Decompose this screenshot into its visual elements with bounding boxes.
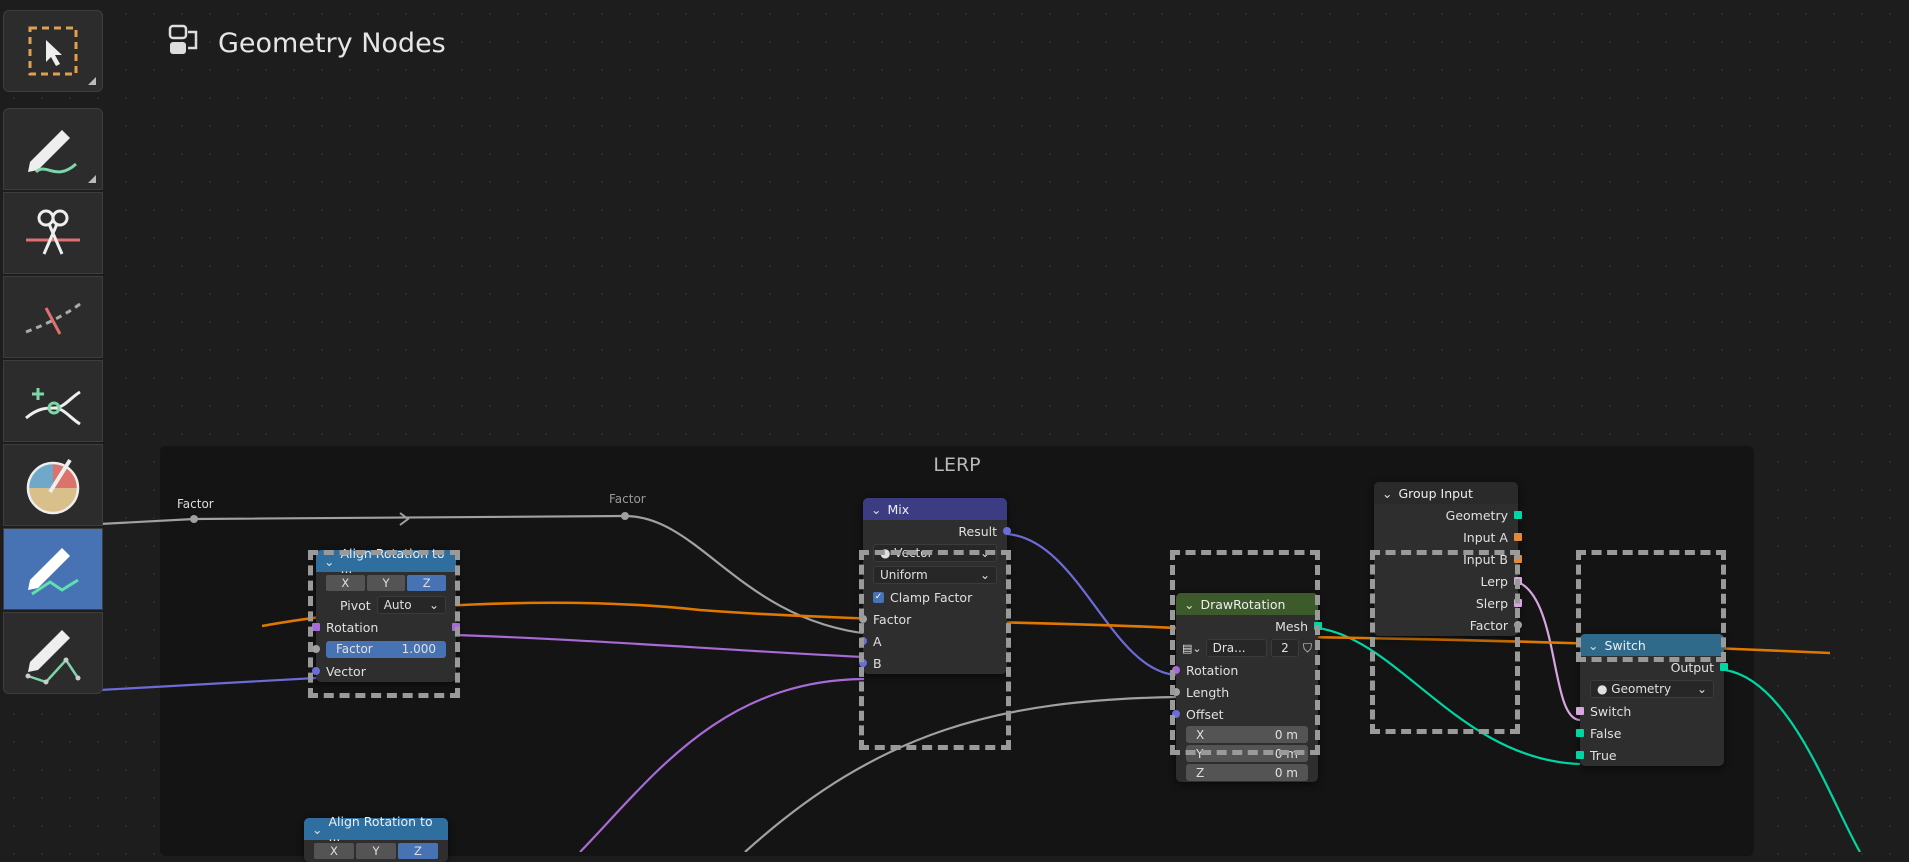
offset-socket-label: Offset xyxy=(1186,706,1224,722)
length-socket-label: Length xyxy=(1186,684,1230,700)
collapse-chevron-icon[interactable]: ⌄ xyxy=(871,502,881,517)
annotate-line-tool[interactable] xyxy=(3,528,103,610)
false-socket-label: False xyxy=(1590,725,1622,741)
mix-mode-dropdown[interactable]: Uniform ⌄ xyxy=(873,566,997,584)
result-socket-label: Result xyxy=(958,523,997,539)
input-b-output-label: Input B xyxy=(1463,551,1508,567)
draw-rotation-node[interactable]: ⌄ DrawRotation Mesh ▤⌄ Dra... 2 ⛉ Rotati… xyxy=(1172,593,1322,782)
reroute-node[interactable] xyxy=(190,515,198,523)
factor-socket-label: Factor xyxy=(873,611,912,627)
collapse-chevron-icon[interactable]: ⌄ xyxy=(1184,597,1194,612)
node-group-icon[interactable]: ▤⌄ xyxy=(1182,642,1202,655)
collapse-chevron-icon[interactable]: ⌄ xyxy=(312,822,322,837)
mix-node[interactable]: ⌄ Mix Result ● Vector ⌄ Uniform ⌄ ✓ Clamp … xyxy=(859,498,1011,674)
offset-z-field[interactable]: Z0 m xyxy=(1186,764,1308,781)
factor-field[interactable]: Factor 1.000 xyxy=(326,640,446,658)
offset-x-field[interactable]: X0 m xyxy=(1186,726,1308,743)
annotate-line-icon xyxy=(28,548,79,596)
axis-x-button[interactable]: X xyxy=(326,575,365,591)
input-a-output-label: Input A xyxy=(1463,529,1508,545)
factor-output-label: Factor xyxy=(1469,617,1508,633)
frame-label: LERP xyxy=(933,454,981,476)
vector-socket-label: Vector xyxy=(326,663,366,679)
rotation-socket-label: Rotation xyxy=(1186,662,1239,678)
slerp-output-label: Slerp xyxy=(1475,595,1508,611)
switch-socket-label: Switch xyxy=(1590,703,1632,719)
switch-node[interactable]: ⌄ Switch Output ● Geometry ⌄ Switch False… xyxy=(1576,634,1728,766)
axis-y-button[interactable]: Y xyxy=(356,843,396,859)
node-title: Group Input xyxy=(1398,485,1473,501)
reroute-node[interactable] xyxy=(621,512,629,520)
axis-x-button[interactable]: X xyxy=(314,843,354,859)
editor-title: Geometry Nodes xyxy=(218,27,446,59)
geometry-nodes-icon xyxy=(166,22,204,64)
node-header[interactable]: ⌄ Group Input xyxy=(1374,482,1518,504)
mute-links-icon xyxy=(25,302,81,335)
mute-links-tool[interactable] xyxy=(3,276,103,358)
axis-selector[interactable]: X Y Z xyxy=(314,843,438,859)
add-reroute-tool[interactable] xyxy=(3,360,103,442)
axis-z-button[interactable]: Z xyxy=(407,575,447,591)
node-group-name[interactable]: Dra... xyxy=(1205,639,1267,657)
lerp-output-label: Lerp xyxy=(1480,573,1508,589)
mesh-socket-label: Mesh xyxy=(1275,618,1308,634)
fake-user-shield-icon[interactable]: ⛉ xyxy=(1303,641,1312,656)
a-socket-label: A xyxy=(873,633,882,649)
collapse-chevron-icon[interactable]: ⌄ xyxy=(1382,486,1392,501)
user-count[interactable]: 2 xyxy=(1270,639,1299,657)
palette-icon xyxy=(26,458,80,515)
switch-type-dropdown[interactable]: ● Geometry ⌄ xyxy=(1590,680,1714,698)
annotate-pencil-icon xyxy=(28,130,78,174)
axis-z-button[interactable]: Z xyxy=(398,843,438,859)
node-title: Switch xyxy=(1604,637,1646,653)
reroute-label: Factor xyxy=(609,492,646,506)
pivot-dropdown[interactable]: Auto ⌄ xyxy=(376,596,446,614)
offset-y-field[interactable]: Y0 m xyxy=(1186,745,1308,762)
align-rotation-node[interactable]: ⌄ Align Rotation to ... X Y Z xyxy=(304,814,448,862)
align-rotation-node[interactable]: ⌄ Align Rotation to ... X Y Z Pivot Auto… xyxy=(312,546,460,682)
editor-header: Geometry Nodes xyxy=(166,22,446,64)
clamp-label: Clamp Factor xyxy=(890,589,973,605)
group-input-node[interactable]: ⌄ Group Input Geometry Input A Input B L… xyxy=(1374,482,1522,636)
collapse-chevron-icon[interactable]: ⌄ xyxy=(324,554,334,569)
node-title: DrawRotation xyxy=(1200,596,1286,612)
reroute-icon xyxy=(25,388,81,426)
cut-links-tool[interactable] xyxy=(3,192,103,274)
select-box-icon xyxy=(28,26,78,76)
node-header[interactable]: ⌄ Mix xyxy=(863,498,1007,520)
node-header[interactable]: ⌄ DrawRotation xyxy=(1176,593,1318,615)
axis-y-button[interactable]: Y xyxy=(366,575,406,591)
reroute-label: Factor xyxy=(177,497,214,511)
geometry-output-label: Geometry xyxy=(1445,507,1508,523)
data-type-dropdown[interactable]: ● Vector ⌄ xyxy=(873,544,997,562)
true-socket-label: True xyxy=(1590,747,1617,763)
node-header[interactable]: ⌄ Switch xyxy=(1580,634,1724,656)
rotation-socket-label: Rotation xyxy=(326,619,379,635)
scissors-icon xyxy=(26,209,80,255)
select-box-tool[interactable] xyxy=(3,10,103,92)
collapse-chevron-icon[interactable]: ⌄ xyxy=(1588,638,1598,653)
node-title: Mix xyxy=(887,501,910,517)
annotate-polygon-icon xyxy=(25,630,81,685)
annotate-tool[interactable] xyxy=(3,108,103,190)
clamp-checkbox[interactable]: ✓ xyxy=(873,591,884,603)
axis-selector[interactable]: X Y Z xyxy=(326,575,447,591)
output-socket-label: Output xyxy=(1670,659,1714,675)
paint-tool[interactable] xyxy=(3,444,103,526)
pivot-label: Pivot xyxy=(340,597,371,613)
b-socket-label: B xyxy=(873,655,882,671)
annotate-polygon-tool[interactable] xyxy=(3,612,103,694)
node-header[interactable]: ⌄ Align Rotation to ... xyxy=(304,814,448,844)
node-header[interactable]: ⌄ Align Rotation to ... xyxy=(316,546,456,576)
